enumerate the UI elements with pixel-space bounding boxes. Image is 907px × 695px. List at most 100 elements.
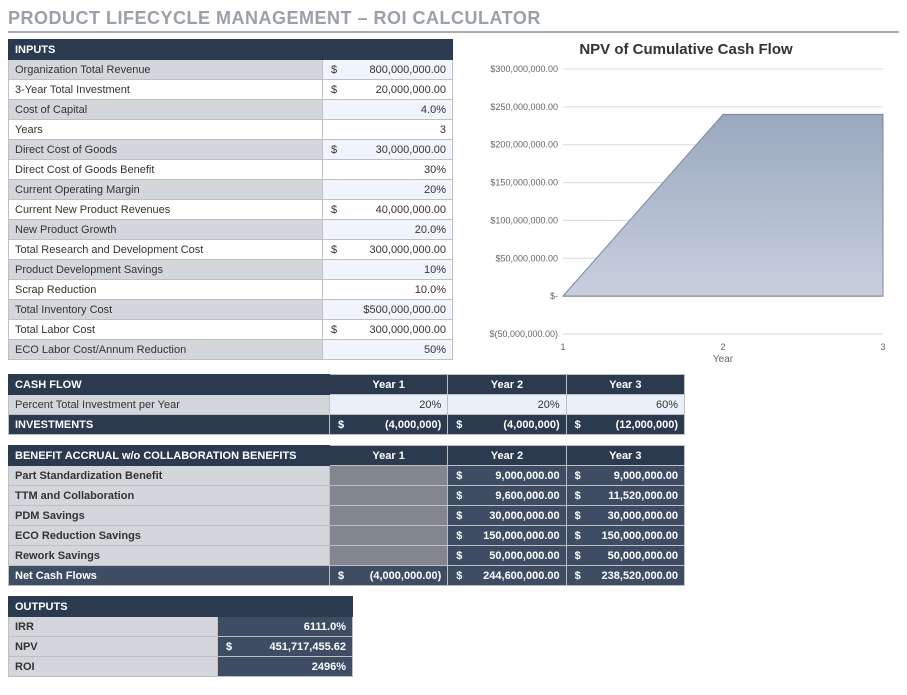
benefit-cell	[329, 546, 447, 566]
input-value[interactable]: $800,000,000.00	[323, 60, 453, 80]
table-row: NPV$451,717,455.62	[9, 637, 353, 657]
input-value-text: 40,000,000.00	[376, 204, 446, 216]
page-title: PRODUCT LIFECYCLE MANAGEMENT – ROI CALCU…	[8, 8, 899, 33]
output-label: IRR	[9, 617, 218, 637]
input-value-text: 20.0%	[415, 224, 446, 236]
chart-panel: NPV of Cumulative Cash Flow $(50,000,000…	[473, 39, 899, 364]
input-value[interactable]: 10%	[323, 260, 453, 280]
input-value-text: 10%	[424, 264, 446, 276]
table-row: TTM and Collaboration$9,600,000.00$11,52…	[9, 486, 685, 506]
input-label: Direct Cost of Goods	[9, 140, 323, 160]
input-value[interactable]: 50%	[323, 340, 453, 360]
benefit-cell: $150,000,000.00	[448, 526, 566, 546]
input-value-text: 20%	[424, 184, 446, 196]
dollar-sign: $	[573, 419, 581, 431]
investments-cell: (4,000,000)	[385, 419, 441, 431]
output-value-text: 6111.0%	[304, 621, 346, 633]
table-row: Current New Product Revenues$40,000,000.…	[9, 200, 453, 220]
benefit-value-text: 50,000,000.00	[489, 550, 559, 562]
input-label: Scrap Reduction	[9, 280, 323, 300]
outputs-table: OUTPUTS IRR6111.0%NPV$451,717,455.62ROI2…	[8, 596, 353, 677]
input-value[interactable]: $300,000,000.00	[323, 240, 453, 260]
svg-text:$150,000,000.00: $150,000,000.00	[490, 178, 558, 188]
benefit-value-text: 11,520,000.00	[608, 490, 678, 502]
input-value[interactable]: 3	[323, 120, 453, 140]
input-value[interactable]: 20.0%	[323, 220, 453, 240]
dollar-sign: $	[329, 64, 337, 76]
input-label: Cost of Capital	[9, 100, 323, 120]
table-row: Years3	[9, 120, 453, 140]
benefit-value-text: 30,000,000.00	[608, 510, 678, 522]
svg-text:1: 1	[560, 342, 565, 352]
dollar-sign: $	[573, 530, 581, 542]
cashflow-cell[interactable]: 20%	[448, 395, 566, 415]
table-row: Total Labor Cost$300,000,000.00	[9, 320, 453, 340]
svg-text:$-: $-	[550, 291, 558, 301]
output-value: $451,717,455.62	[218, 637, 353, 657]
input-value[interactable]: 4.0%	[323, 100, 453, 120]
dollar-sign: $	[573, 470, 581, 482]
table-row: PDM Savings$30,000,000.00$30,000,000.00	[9, 506, 685, 526]
inputs-table: INPUTS Organization Total Revenue$800,00…	[8, 39, 453, 360]
benefit-cell	[329, 486, 447, 506]
input-value-text: 10.0%	[415, 284, 446, 296]
dollar-sign: $	[329, 324, 337, 336]
svg-text:3: 3	[880, 342, 885, 352]
svg-text:$200,000,000.00: $200,000,000.00	[490, 140, 558, 150]
dollar-sign: $	[573, 550, 581, 562]
chart-title: NPV of Cumulative Cash Flow	[473, 41, 899, 58]
dollar-sign: $	[573, 490, 581, 502]
input-value[interactable]: $30,000,000.00	[323, 140, 453, 160]
input-value[interactable]: 20%	[323, 180, 453, 200]
benefit-cell: $30,000,000.00	[566, 506, 684, 526]
input-value[interactable]: $40,000,000.00	[323, 200, 453, 220]
input-value[interactable]: $500,000,000.00	[323, 300, 453, 320]
benefit-cell	[329, 466, 447, 486]
svg-text:$(50,000,000.00): $(50,000,000.00)	[489, 329, 558, 339]
output-value: 2496%	[218, 657, 353, 677]
net-cash-flows-label: Net Cash Flows	[9, 566, 330, 586]
dollar-sign: $	[454, 570, 462, 582]
input-value[interactable]: $300,000,000.00	[323, 320, 453, 340]
benefit-cell: $9,600,000.00	[448, 486, 566, 506]
cashflow-cell[interactable]: 60%	[566, 395, 684, 415]
input-value-text: 4.0%	[421, 104, 446, 116]
table-row: Product Development Savings10%	[9, 260, 453, 280]
benefit-value-text: 150,000,000.00	[483, 530, 559, 542]
input-value[interactable]: $20,000,000.00	[323, 80, 453, 100]
cashflow-col-2: Year 2	[448, 375, 566, 395]
dollar-sign: $	[454, 490, 462, 502]
dollar-sign: $	[336, 570, 344, 582]
benefits-header: BENEFIT ACCRUAL w/o COLLABORATION BENEFI…	[9, 446, 330, 466]
table-row: Part Standardization Benefit$9,000,000.0…	[9, 466, 685, 486]
benefit-label: TTM and Collaboration	[9, 486, 330, 506]
cashflow-cell[interactable]: 20%	[329, 395, 447, 415]
benefits-table: BENEFIT ACCRUAL w/o COLLABORATION BENEFI…	[8, 445, 685, 586]
investments-label: INVESTMENTS	[9, 415, 330, 435]
net-cash-flows-row: Net Cash Flows $(4,000,000.00) $244,600,…	[9, 566, 685, 586]
dollar-sign: $	[329, 144, 337, 156]
input-label: Organization Total Revenue	[9, 60, 323, 80]
table-row: Percent Total Investment per Year 20% 20…	[9, 395, 685, 415]
input-value-text: 300,000,000.00	[370, 324, 446, 336]
input-label: 3-Year Total Investment	[9, 80, 323, 100]
table-row: Rework Savings$50,000,000.00$50,000,000.…	[9, 546, 685, 566]
cashflow-header: CASH FLOW	[9, 375, 330, 395]
input-label: Total Labor Cost	[9, 320, 323, 340]
input-label: Total Research and Development Cost	[9, 240, 323, 260]
svg-text:$50,000,000.00: $50,000,000.00	[495, 253, 558, 263]
svg-text:$100,000,000.00: $100,000,000.00	[490, 215, 558, 225]
benefit-cell: $50,000,000.00	[448, 546, 566, 566]
dollar-sign: $	[329, 244, 337, 256]
benefit-value-text: 150,000,000.00	[602, 530, 678, 542]
input-label: Current New Product Revenues	[9, 200, 323, 220]
input-value-text: 3	[440, 124, 446, 136]
input-value[interactable]: 30%	[323, 160, 453, 180]
table-row: New Product Growth20.0%	[9, 220, 453, 240]
input-value[interactable]: 10.0%	[323, 280, 453, 300]
dollar-sign: $	[329, 84, 337, 96]
dollar-sign: $	[573, 510, 581, 522]
dollar-sign: $	[454, 550, 462, 562]
benefit-value-text: 9,000,000.00	[495, 470, 559, 482]
benefit-cell: $9,000,000.00	[566, 466, 684, 486]
